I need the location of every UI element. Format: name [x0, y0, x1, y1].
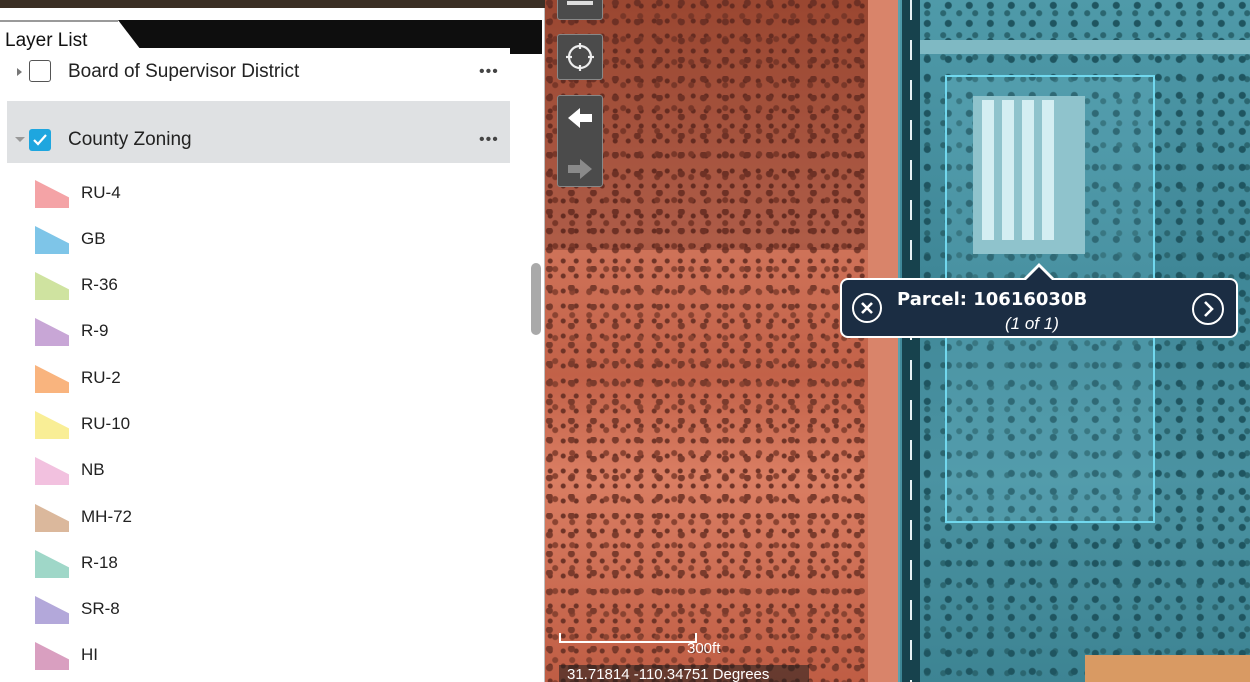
legend-swatch	[35, 365, 69, 393]
checkmark-icon	[33, 134, 47, 146]
legend-label: SR-8	[81, 599, 120, 618]
layer-row-county-zoning[interactable]: County Zoning •••	[7, 101, 510, 163]
legend-label: GB	[81, 229, 106, 248]
legend-item: R-9	[35, 316, 335, 350]
legend-label: RU-2	[81, 368, 121, 387]
road-shoulder	[868, 0, 898, 682]
solar-array	[982, 100, 994, 240]
solar-array	[1002, 100, 1014, 240]
popup-close-button[interactable]	[852, 293, 882, 323]
previous-extent-icon[interactable]	[558, 96, 602, 142]
app-top-bar	[0, 0, 545, 8]
legend-item: SR-8	[35, 594, 335, 628]
legend-swatch	[35, 504, 69, 532]
popup-count: (1 of 1)	[1005, 314, 1059, 333]
zoom-icon	[567, 1, 593, 5]
legend-item: RU-2	[35, 363, 335, 397]
extent-navigation	[557, 95, 603, 187]
legend-swatch	[35, 226, 69, 254]
coordinate-readout: 31.71814 -110.34751 Degrees	[559, 665, 809, 682]
map-view[interactable]: Parcel: 10616030B (1 of 1) 300ft 31.7181…	[545, 0, 1250, 682]
expand-arrow-icon[interactable]	[17, 68, 22, 76]
legend-label: MH-72	[81, 507, 133, 526]
next-extent-icon[interactable]	[558, 147, 602, 191]
legend-swatch	[35, 642, 69, 670]
layer-list-panel: Layer List Board of Supervisor District …	[0, 8, 545, 682]
scale-bar	[559, 633, 697, 643]
access-road	[920, 40, 1250, 54]
legend-item: RU-10	[35, 409, 335, 443]
scrollbar-track[interactable]	[530, 48, 542, 678]
legend-item: R-18	[35, 548, 335, 582]
legend-item: GB	[35, 224, 335, 258]
locate-icon	[566, 43, 594, 71]
legend-label: RU-10	[81, 414, 131, 433]
layer-label: County Zoning	[68, 129, 192, 150]
legend-item: R-36	[35, 270, 335, 304]
legend-swatch	[35, 180, 69, 208]
popup-title: Parcel: 10616030B	[897, 289, 1088, 310]
legend-swatch	[35, 411, 69, 439]
solar-array	[1022, 100, 1034, 240]
locate-button[interactable]	[557, 34, 603, 80]
legend-label: R-36	[81, 275, 118, 294]
layer-checkbox[interactable]	[29, 60, 51, 82]
legend-swatch	[35, 550, 69, 578]
layer-label: Board of Supervisor District	[68, 61, 300, 82]
scrollbar-thumb[interactable]	[531, 263, 541, 335]
adjacent-lot	[1085, 655, 1250, 682]
legend-label: NB	[81, 460, 105, 479]
highway-lane-marking	[910, 0, 912, 682]
legend-swatch	[35, 596, 69, 624]
layer-checkbox-checked[interactable]	[29, 129, 51, 151]
legend-item: HI	[35, 640, 335, 674]
legend-item: RU-4	[35, 178, 335, 212]
scale-bar-label: 300ft	[687, 640, 721, 657]
zoom-button[interactable]	[557, 0, 603, 20]
legend-label: R-18	[81, 553, 118, 572]
more-options-icon[interactable]: •••	[479, 63, 499, 81]
legend-label: RU-4	[81, 183, 121, 202]
legend-swatch	[35, 457, 69, 485]
close-icon	[861, 302, 873, 314]
popup-pointer-fill	[1026, 267, 1052, 280]
legend-item: MH-72	[35, 502, 335, 536]
legend-item: NB	[35, 455, 335, 489]
popup-next-button[interactable]	[1192, 293, 1224, 325]
tab-layer-list-label: Layer List	[5, 30, 88, 51]
collapse-arrow-icon[interactable]	[15, 137, 25, 142]
parcel-popup: Parcel: 10616030B (1 of 1)	[840, 278, 1238, 338]
legend-label: HI	[81, 645, 98, 664]
legend-swatch	[35, 318, 69, 346]
solar-array	[1042, 100, 1054, 240]
legend-swatch	[35, 272, 69, 300]
more-options-icon[interactable]: •••	[479, 131, 499, 149]
chevron-right-icon	[1204, 301, 1214, 317]
legend-label: R-9	[81, 321, 109, 340]
